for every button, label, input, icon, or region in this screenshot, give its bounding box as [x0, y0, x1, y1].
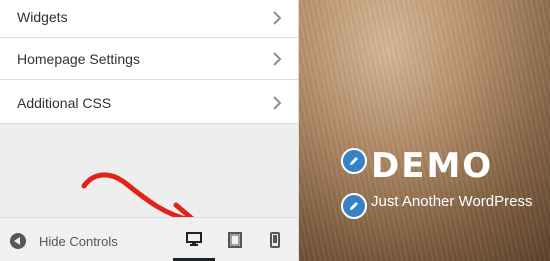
desktop-preview-button[interactable]	[173, 218, 215, 261]
customizer-menu: Widgets Homepage Settings Additional CSS	[0, 0, 298, 124]
menu-item-widgets[interactable]: Widgets	[0, 0, 298, 38]
chevron-right-icon	[273, 11, 282, 25]
tablet-icon	[228, 232, 242, 248]
site-tagline: Just Another WordPress	[371, 193, 533, 210]
menu-item-additional-css[interactable]: Additional CSS	[0, 80, 298, 124]
arrow-left-circle-icon	[10, 233, 26, 249]
menu-item-label: Additional CSS	[17, 95, 112, 111]
tablet-preview-button[interactable]	[215, 218, 257, 261]
mobile-icon	[270, 232, 280, 248]
hide-controls-label: Hide Controls	[39, 233, 118, 249]
hide-controls-button[interactable]: Hide Controls	[10, 231, 118, 251]
desktop-icon	[186, 232, 202, 246]
chevron-right-icon	[273, 52, 282, 66]
menu-item-label: Homepage Settings	[17, 51, 140, 67]
mobile-preview-button[interactable]	[257, 218, 299, 261]
edit-tagline-button[interactable]	[341, 193, 367, 219]
site-preview: DEMO Just Another WordPress	[299, 0, 550, 261]
pencil-icon	[350, 202, 358, 210]
customizer-footer: Hide Controls	[0, 217, 298, 261]
menu-item-label: Widgets	[17, 9, 68, 25]
chevron-right-icon	[273, 96, 282, 110]
site-title: DEMO	[371, 146, 494, 186]
pencil-icon	[350, 157, 358, 165]
menu-item-homepage-settings[interactable]: Homepage Settings	[0, 38, 298, 80]
customizer-sidebar: Widgets Homepage Settings Additional CSS…	[0, 0, 299, 261]
edit-site-title-button[interactable]	[341, 148, 367, 174]
